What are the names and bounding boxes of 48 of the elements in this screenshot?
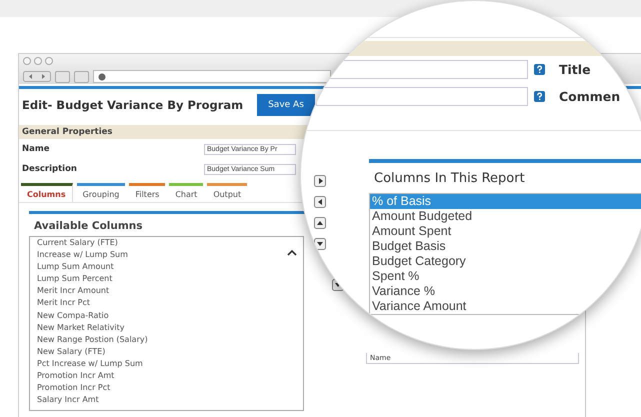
list-item[interactable]: Lump Sum Percent [37,273,287,286]
tab[interactable]: Filters [129,183,166,202]
list-item[interactable]: Spent % [370,269,641,284]
list-item[interactable]: % of Basis [370,194,641,209]
move-right-icon[interactable] [314,175,326,187]
list-item[interactable]: Current Salary (FTE) [37,237,287,250]
available-columns-list[interactable] [29,236,304,411]
list-item[interactable]: Amount Budgeted [370,209,641,224]
field-label: Commen [559,89,620,104]
list-item[interactable]: Pct Increase w/ Lump Sum [37,358,287,370]
list-item[interactable]: Variance % [370,284,641,299]
tab[interactable]: Grouping [76,183,126,202]
section-heading: General Properties [22,127,112,137]
list-item[interactable]: Budget Category [370,254,641,269]
page-title: Edit- Budget Variance By Program [22,98,244,112]
list-item[interactable]: Lump Sum Amount [37,261,287,274]
move-down-icon[interactable] [314,238,326,250]
list-item[interactable]: Promotion Incr Pct [37,382,287,394]
list-item[interactable]: New Range Postion (Salary) [37,334,287,346]
tab[interactable]: Output [207,183,248,202]
list-item[interactable]: New Compa-Ratio [37,310,287,322]
list-item[interactable]: Budget Basis [370,239,641,254]
input-field[interactable] [316,87,528,106]
list-item[interactable]: Merit Incr Pct [37,297,287,310]
field-label: Description [22,164,78,174]
report-columns-list[interactable]: % of Basis Amount Budgeted Amount Spent Budget Basis Budget Category Spent % Variance % Variance Amount [369,193,641,315]
move-left-icon[interactable] [314,196,326,208]
list-item[interactable]: New Salary (FTE) [37,346,287,358]
tab[interactable]: Chart [169,183,204,202]
list-item[interactable]: Promotion Incr Amt [37,370,287,382]
list-item[interactable]: New Market Relativity [37,322,287,334]
scroll-up-icon[interactable] [287,249,297,256]
tab[interactable]: Columns [21,183,73,202]
move-up-icon[interactable] [314,217,326,229]
list-item[interactable]: Increase w/ Lump Sum [37,249,287,262]
field-label: Title [559,62,591,77]
list-item[interactable]: Variance Amount [370,299,641,314]
globe-icon [98,72,106,80]
panel-heading: Columns In This Report [374,171,526,186]
help-icon[interactable] [534,91,545,102]
list-item[interactable]: Salary Incr Amt [37,394,287,406]
list-item[interactable]: Merit Incr Amount [37,285,287,298]
list-item[interactable]: Amount Spent [370,224,641,239]
save-as-button[interactable]: Save As [257,94,315,116]
panel-heading: Available Columns [34,220,144,232]
help-icon[interactable] [534,64,545,75]
back-forward-icon[interactable] [23,71,51,82]
field-label: Name [22,144,50,154]
